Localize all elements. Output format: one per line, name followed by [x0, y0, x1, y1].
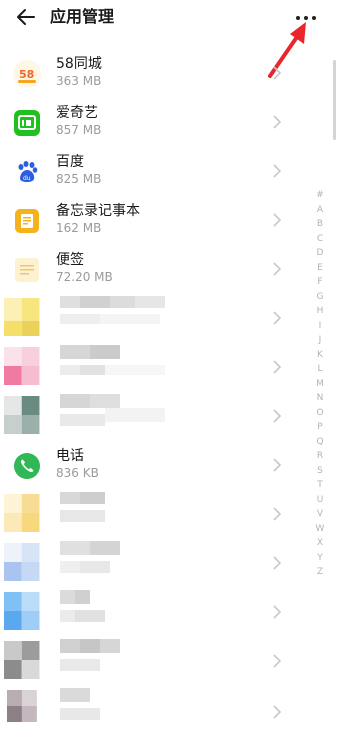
list-item[interactable]	[0, 588, 300, 637]
index-letter[interactable]: N	[311, 391, 329, 406]
blurred-app-icon	[4, 298, 40, 336]
list-item[interactable]	[0, 637, 300, 686]
blurred-app-icon	[4, 592, 40, 630]
index-letter[interactable]: M	[311, 377, 329, 392]
phone-icon	[14, 453, 40, 479]
index-letter[interactable]: C	[311, 232, 329, 247]
index-letter[interactable]: J	[311, 333, 329, 348]
app-size: 825 MB	[56, 172, 102, 186]
index-letter[interactable]: R	[311, 449, 329, 464]
blurred-app-icon	[4, 347, 40, 385]
blurred-app-icon	[4, 641, 40, 679]
index-letter[interactable]: S	[311, 464, 329, 479]
app-name: 58同城	[56, 56, 102, 72]
blurred-app-label	[60, 345, 165, 375]
index-letter[interactable]: K	[311, 348, 329, 363]
list-item[interactable]	[0, 490, 300, 539]
index-letter[interactable]: T	[311, 478, 329, 493]
chevron-right-icon	[273, 164, 282, 178]
blurred-app-icon	[7, 690, 37, 722]
app-size: 162 MB	[56, 221, 102, 235]
chevron-right-icon	[273, 213, 282, 227]
list-item[interactable]: 备忘录记事本 162 MB	[0, 196, 300, 245]
page-title: 应用管理	[50, 7, 115, 26]
iqiyi-icon	[14, 110, 40, 136]
blurred-app-label	[60, 590, 105, 622]
index-letter[interactable]: Z	[311, 565, 329, 580]
index-letter[interactable]: O	[311, 406, 329, 421]
index-letter[interactable]: P	[311, 420, 329, 435]
chevron-right-icon	[273, 605, 282, 619]
58-tongcheng-icon: 58	[13, 60, 41, 88]
chevron-right-icon	[273, 409, 282, 423]
index-letter[interactable]: U	[311, 493, 329, 508]
baidu-icon: du	[13, 158, 41, 186]
notes-icon	[15, 209, 39, 233]
sticky-note-icon	[15, 258, 39, 282]
chevron-right-icon	[273, 311, 282, 325]
app-name: 备忘录记事本	[56, 203, 140, 219]
list-item[interactable]: 爱奇艺 857 MB	[0, 98, 300, 147]
index-letter[interactable]: I	[311, 319, 329, 334]
app-name: 电话	[56, 448, 84, 464]
chevron-right-icon	[273, 115, 282, 129]
index-letter[interactable]: F	[311, 275, 329, 290]
index-letter[interactable]: Y	[311, 551, 329, 566]
index-letter[interactable]: B	[311, 217, 329, 232]
app-name: 爱奇艺	[56, 105, 98, 121]
chevron-right-icon	[273, 262, 282, 276]
svg-text:58: 58	[19, 68, 34, 81]
index-letter[interactable]: Q	[311, 435, 329, 450]
blurred-app-label	[60, 492, 105, 522]
chevron-right-icon	[273, 458, 282, 472]
index-letter[interactable]: A	[311, 203, 329, 218]
blurred-app-icon	[4, 396, 40, 434]
scrollbar[interactable]	[333, 60, 336, 140]
alphabet-index[interactable]: # A B C D E F G H I J K L M N O P Q R S …	[311, 188, 329, 580]
list-item[interactable]: 便签 72.20 MB	[0, 245, 300, 294]
list-item[interactable]	[0, 343, 300, 392]
chevron-right-icon	[273, 705, 282, 719]
blurred-app-icon	[4, 494, 40, 532]
index-letter[interactable]: V	[311, 507, 329, 522]
chevron-right-icon	[273, 66, 282, 80]
app-size: 857 MB	[56, 123, 102, 137]
list-item[interactable]: 电话 836 KB	[0, 441, 300, 490]
chevron-right-icon	[273, 507, 282, 521]
list-item[interactable]: 58 58同城 363 MB	[0, 49, 300, 98]
chevron-right-icon	[273, 360, 282, 374]
blurred-app-label	[60, 394, 165, 426]
chevron-right-icon	[273, 556, 282, 570]
index-letter[interactable]: D	[311, 246, 329, 261]
index-letter[interactable]: G	[311, 290, 329, 305]
app-name: 便签	[56, 252, 84, 268]
app-size: 836 KB	[56, 466, 99, 480]
blurred-app-label	[60, 541, 120, 573]
svg-text:du: du	[23, 175, 31, 182]
index-letter[interactable]: X	[311, 536, 329, 551]
list-item[interactable]: du 百度 825 MB	[0, 147, 300, 196]
blurred-app-label	[60, 639, 120, 671]
index-letter[interactable]: L	[311, 362, 329, 377]
back-arrow-icon[interactable]	[14, 6, 40, 28]
chevron-right-icon	[273, 654, 282, 668]
list-item[interactable]	[0, 294, 300, 343]
index-letter[interactable]: #	[311, 188, 329, 203]
index-letter[interactable]: E	[311, 261, 329, 276]
app-size: 363 MB	[56, 74, 102, 88]
blurred-app-label	[60, 688, 100, 720]
list-item[interactable]	[0, 539, 300, 588]
app-name: 百度	[56, 154, 84, 170]
blurred-app-label	[60, 296, 165, 324]
app-size: 72.20 MB	[56, 270, 113, 284]
list-item[interactable]	[0, 686, 300, 735]
index-letter[interactable]: H	[311, 304, 329, 319]
blurred-app-icon	[4, 543, 40, 581]
list-item[interactable]	[0, 392, 300, 441]
index-letter[interactable]: W	[311, 522, 329, 537]
